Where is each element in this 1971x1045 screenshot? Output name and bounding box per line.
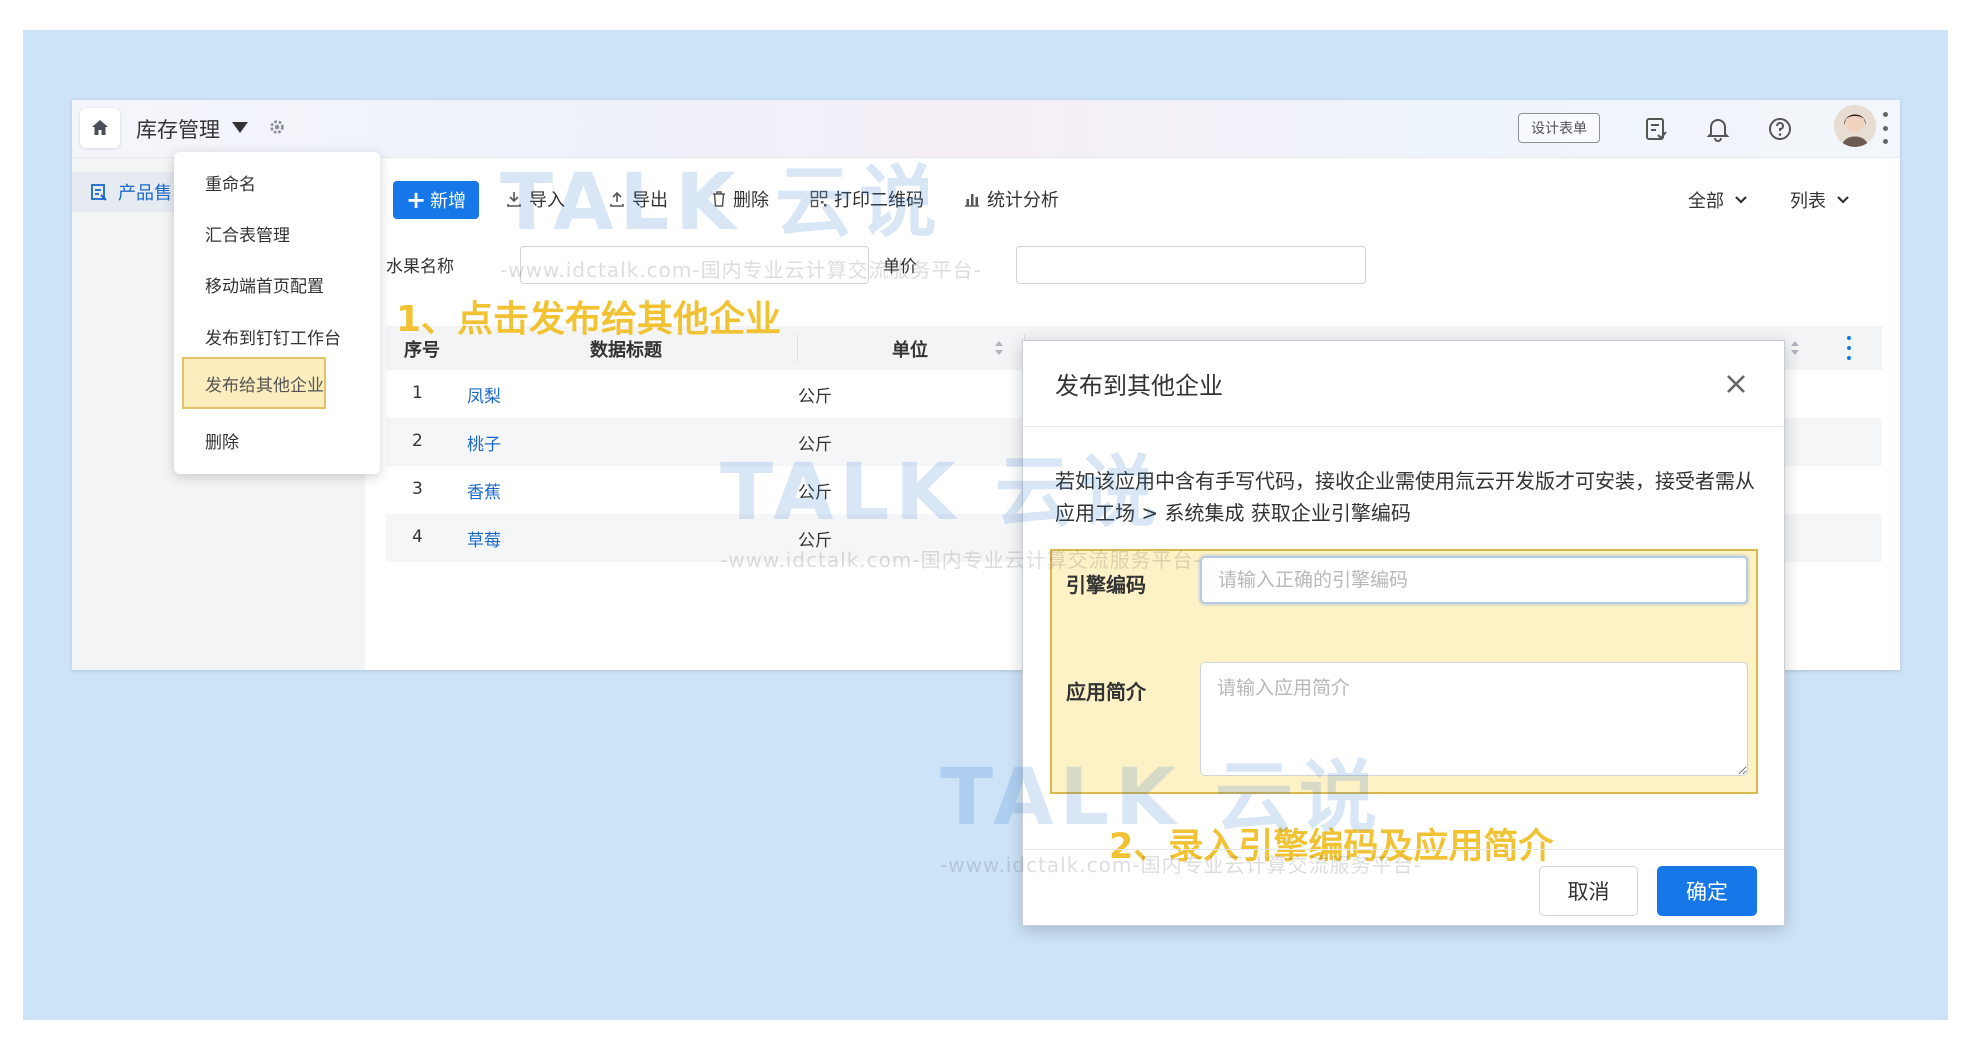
add-record-label: 新增 xyxy=(430,191,467,212)
add-record-button[interactable]: + 新增 xyxy=(393,181,479,219)
fruit-name-input[interactable] xyxy=(520,246,869,284)
home-icon xyxy=(92,120,108,135)
view-select[interactable]: 列表 xyxy=(1790,187,1850,213)
stats-label: 统计分析 xyxy=(987,190,1059,211)
app-intro-label: 应用简介 xyxy=(1066,680,1146,704)
menu-item-publish-other-company[interactable]: 发布给其他企业 xyxy=(182,357,326,409)
view-select-value: 列表 xyxy=(1790,191,1826,212)
design-form-button[interactable]: 设计表单 xyxy=(1518,113,1600,143)
annotation-step-1: 1、点击发布给其他企业 xyxy=(396,299,782,340)
home-button[interactable] xyxy=(80,108,120,148)
column-settings-icon[interactable] xyxy=(1846,336,1852,360)
row-title-link[interactable]: 草莓 xyxy=(467,526,501,551)
print-qr-label: 打印二维码 xyxy=(834,190,924,211)
delete-button[interactable]: 删除 xyxy=(711,186,769,212)
row-index: 2 xyxy=(412,431,423,451)
engine-code-label: 引擎编码 xyxy=(1066,573,1146,597)
unit-price-label: 单价 xyxy=(883,257,917,277)
menu-item-rename[interactable]: 重命名 xyxy=(174,160,380,204)
column-separator xyxy=(797,334,798,362)
cancel-button[interactable]: 取消 xyxy=(1539,866,1638,916)
menu-item-publish-dingtalk[interactable]: 发布到钉钉工作台 xyxy=(174,314,380,358)
bell-icon[interactable] xyxy=(1705,116,1731,142)
row-title-link[interactable]: 桃子 xyxy=(467,430,501,455)
fruit-name-label: 水果名称 xyxy=(386,257,454,277)
sort-icon[interactable] xyxy=(1790,340,1800,356)
stats-button[interactable]: 统计分析 xyxy=(963,186,1059,212)
row-unit: 公斤 xyxy=(798,435,832,455)
sidebar-item-label: 产品售 xyxy=(118,183,172,204)
scope-select-value: 全部 xyxy=(1688,191,1724,212)
import-button[interactable]: 导入 xyxy=(505,186,565,212)
engine-code-input[interactable] xyxy=(1200,556,1748,604)
form-icon xyxy=(91,184,107,201)
menu-item-summary-table[interactable]: 汇合表管理 xyxy=(174,211,380,255)
chevron-down-icon xyxy=(1837,196,1849,204)
scope-select[interactable]: 全部 xyxy=(1688,187,1748,213)
upload-icon xyxy=(610,191,624,207)
chevron-down-icon xyxy=(1735,196,1747,204)
export-label: 导出 xyxy=(632,190,668,211)
unit-price-input[interactable] xyxy=(1016,246,1366,284)
column-header-unit: 单位 xyxy=(892,340,928,361)
divider xyxy=(1023,849,1784,850)
app-intro-textarea[interactable] xyxy=(1200,662,1748,776)
dialog-title: 发布到其他企业 xyxy=(1055,372,1223,400)
close-icon[interactable] xyxy=(1723,371,1749,397)
gear-icon[interactable] xyxy=(268,118,286,136)
download-icon xyxy=(507,192,521,207)
caret-down-icon[interactable] xyxy=(232,122,248,133)
delete-label: 删除 xyxy=(733,190,769,211)
trash-icon xyxy=(713,191,725,207)
bar-chart-icon xyxy=(965,194,979,207)
export-button[interactable]: 导出 xyxy=(608,186,668,212)
row-title-link[interactable]: 凤梨 xyxy=(467,382,501,407)
app-header: 库存管理 设计表单 xyxy=(72,100,1900,158)
avatar[interactable] xyxy=(1834,105,1876,147)
row-index: 4 xyxy=(412,527,423,547)
form-highlight-box: 引擎编码 应用简介 xyxy=(1050,549,1758,794)
dialog-description: 若如该应用中含有手写代码，接收企业需使用氚云开发版才可安装，接受者需从 应用工场… xyxy=(1055,469,1755,525)
row-title-link[interactable]: 香蕉 xyxy=(467,478,501,503)
sort-icon[interactable] xyxy=(994,340,1004,356)
row-index: 3 xyxy=(412,479,423,499)
more-options-icon[interactable] xyxy=(1880,112,1890,144)
app-menu: 重命名 汇合表管理 移动端首页配置 发布到钉钉工作台 发布给其他企业 删除 xyxy=(174,152,380,474)
print-qr-button[interactable]: 打印二维码 xyxy=(810,186,924,212)
confirm-button[interactable]: 确定 xyxy=(1657,866,1757,916)
app-title[interactable]: 库存管理 xyxy=(136,114,220,144)
row-unit: 公斤 xyxy=(798,387,832,407)
publish-dialog: 发布到其他企业 若如该应用中含有手写代码，接收企业需使用氚云开发版才可安装，接受… xyxy=(1022,340,1785,926)
annotation-step-2: 2、录入引擎编码及应用简介 xyxy=(1109,827,1554,867)
import-label: 导入 xyxy=(529,190,565,211)
help-icon[interactable] xyxy=(1767,116,1793,142)
row-unit: 公斤 xyxy=(798,531,832,551)
divider xyxy=(1023,426,1784,427)
menu-item-delete[interactable]: 删除 xyxy=(174,418,380,462)
row-index: 1 xyxy=(412,383,423,403)
row-unit: 公斤 xyxy=(798,483,832,503)
todo-list-icon[interactable] xyxy=(1643,116,1669,142)
qrcode-icon xyxy=(810,190,828,208)
menu-item-mobile-home-config[interactable]: 移动端首页配置 xyxy=(174,262,380,306)
plus-icon: + xyxy=(405,186,427,214)
